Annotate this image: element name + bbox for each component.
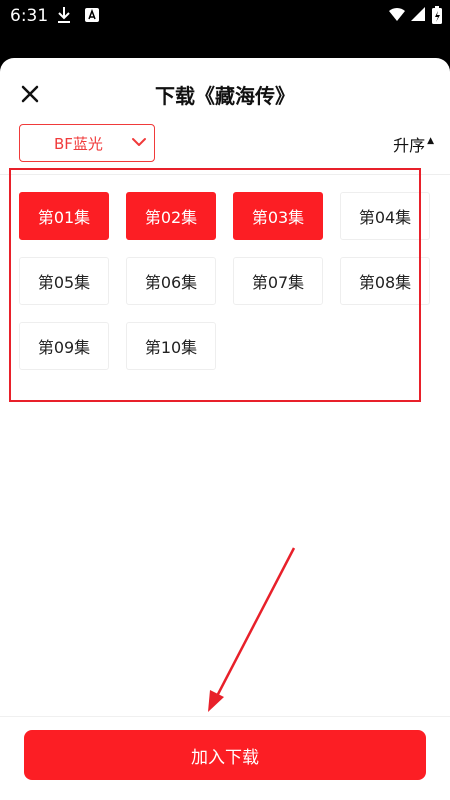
- quality-value: BF蓝光: [54, 134, 103, 153]
- add-to-download-button[interactable]: 加入下载: [24, 730, 426, 780]
- sort-toggle[interactable]: 升序 ▲: [393, 132, 434, 156]
- download-icon: [56, 6, 72, 28]
- page-title: 下载《藏海传》: [155, 84, 295, 108]
- app-notification-icon: [84, 6, 100, 28]
- sort-label: 升序: [393, 136, 426, 155]
- status-time: 6:31: [10, 6, 49, 26]
- sort-up-icon: ▲: [427, 136, 434, 146]
- wifi-icon: [388, 6, 406, 26]
- quality-dropdown[interactable]: BF蓝光: [19, 124, 155, 162]
- download-sheet: 下载《藏海传》 BF蓝光 升序 ▲ 第01集 第02集 第03集 第04集 第0…: [0, 58, 450, 800]
- battery-icon: [432, 6, 442, 28]
- status-bar: 6:31: [0, 0, 450, 32]
- signal-icon: [410, 6, 426, 26]
- annotation-highlight-box: [9, 168, 421, 402]
- chevron-down-icon: [130, 133, 148, 155]
- divider: [0, 716, 450, 717]
